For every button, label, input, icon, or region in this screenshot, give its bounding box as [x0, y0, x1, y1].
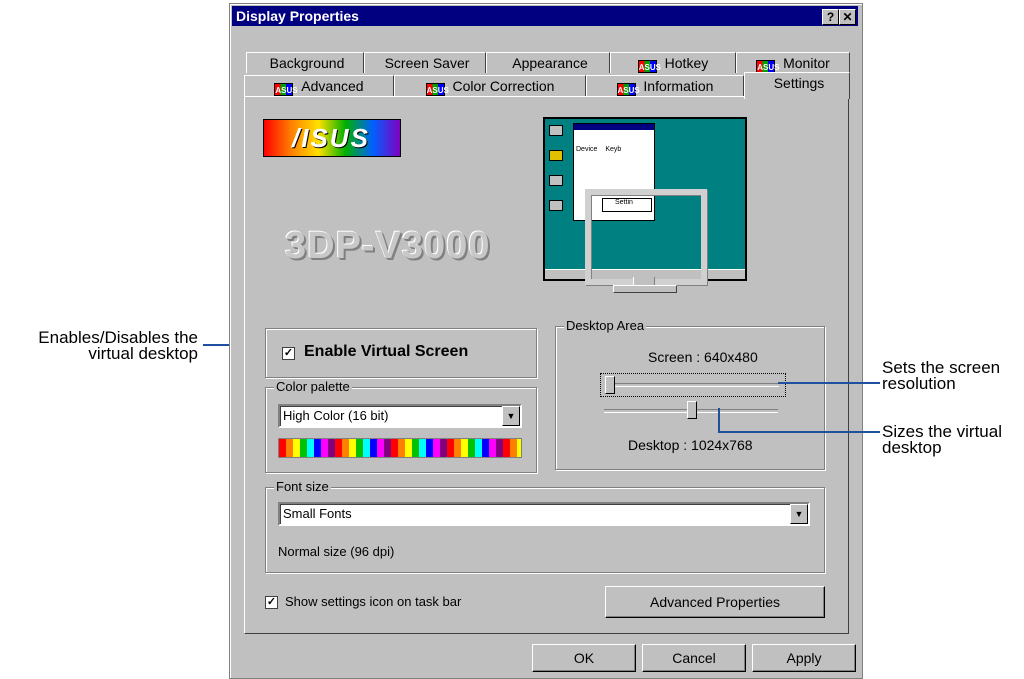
show-settings-icon-label[interactable]: Show settings icon on task bar	[285, 594, 461, 609]
callout-line-screen	[778, 382, 880, 384]
cancel-label: Cancel	[672, 650, 716, 666]
font-size-label: Font size	[274, 479, 331, 494]
callout-line-desktop-h2	[718, 431, 880, 433]
apply-label: Apply	[786, 650, 822, 666]
recycle-bin-icon	[549, 200, 563, 211]
enable-virtual-screen-checkbox[interactable]: ✓	[282, 347, 295, 360]
callout-line-desktop-h1	[718, 408, 720, 432]
settings-panel: /ISUS 3DP-V3000 Device Keyb Settin ✓ Ena…	[244, 96, 849, 634]
asus-tab-icon: ASUS	[637, 60, 661, 73]
advanced-properties-button[interactable]: Advanced Properties	[605, 586, 825, 618]
color-palette-select[interactable]: High Color (16 bit) ▼	[278, 404, 522, 428]
font-size-value: Small Fonts	[283, 506, 352, 521]
tab-appearance[interactable]: Appearance	[486, 52, 610, 73]
tab-advanced[interactable]: ASUS Advanced	[244, 75, 394, 96]
annotation-screen-resolution: Sets the screen resolution	[882, 359, 1024, 393]
font-size-group: Font size Small Fonts ▼ Normal size (96 …	[265, 479, 825, 573]
product-name: 3DP-V3000	[285, 225, 491, 267]
tab-color-correction[interactable]: ASUS Color Correction	[394, 75, 586, 96]
show-settings-icon-checkbox[interactable]: ✓	[265, 596, 278, 609]
monitor-stand-neck	[633, 277, 655, 285]
tab-screen-saver[interactable]: Screen Saver	[364, 52, 486, 73]
tab-monitor[interactable]: ASUS Monitor	[736, 52, 850, 73]
tab-label: Settings	[773, 75, 825, 91]
display-properties-window: Display Properties ? ✕ Background Screen…	[229, 3, 863, 679]
asus-tab-icon: ASUS	[425, 83, 449, 96]
advanced-properties-label: Advanced Properties	[650, 594, 780, 610]
font-size-note: Normal size (96 dpi)	[278, 544, 395, 559]
desktop-slider[interactable]	[604, 401, 780, 421]
asus-tab-icon: ASUS	[616, 83, 640, 96]
preview-desktop-icon	[549, 125, 563, 235]
color-palette-group: Color palette High Color (16 bit) ▼	[265, 379, 537, 473]
annotation-line-2: resolution	[882, 374, 956, 393]
virtual-screen-group: ✓ Enable Virtual Screen	[265, 328, 537, 378]
screen-resolution-text: Screen : 640x480	[648, 349, 758, 365]
virtual-screen-frame	[585, 189, 707, 285]
preview-window-items: Device Keyb	[574, 130, 654, 153]
font-size-select[interactable]: Small Fonts ▼	[278, 502, 810, 526]
network-icon	[549, 175, 563, 186]
close-icon: ✕	[842, 10, 853, 24]
annotation-line-2: virtual desktop	[88, 344, 198, 363]
chevron-down-icon[interactable]: ▼	[790, 504, 808, 524]
help-button[interactable]: ?	[822, 9, 839, 25]
desktop-slider-thumb[interactable]	[687, 401, 697, 419]
asus-logo-text: /ISUS	[292, 123, 370, 153]
desktop-size-text: Desktop : 1024x768	[628, 437, 753, 453]
ok-label: OK	[573, 650, 595, 666]
tab-label: Screen Saver	[384, 55, 470, 71]
color-spectrum-bar	[278, 438, 522, 458]
close-button[interactable]: ✕	[839, 9, 856, 25]
tab-label: Background	[269, 55, 345, 71]
tab-label: Information	[643, 78, 714, 94]
apply-button[interactable]: Apply	[752, 644, 856, 672]
enable-virtual-screen-label[interactable]: Enable Virtual Screen	[304, 343, 468, 361]
desktop-area-group: Desktop Area Screen : 640x480 Desktop : …	[555, 318, 825, 470]
tab-hotkey[interactable]: ASUS Hotkey	[610, 52, 736, 73]
annotation-virtual-desktop: Enables/Disables the virtual desktop	[0, 329, 198, 363]
tab-background[interactable]: Background	[246, 52, 364, 73]
monitor-preview: Device Keyb Settin	[543, 117, 749, 299]
color-palette-label: Color palette	[274, 379, 352, 394]
window-title: Display Properties	[236, 8, 359, 24]
asus-tab-icon: ASUS	[274, 83, 298, 96]
preview-screen: Device Keyb Settin	[543, 117, 747, 285]
title-bar[interactable]: Display Properties ? ✕	[232, 6, 858, 26]
tab-information[interactable]: ASUS Information	[586, 75, 744, 96]
screen-slider-track	[605, 383, 779, 387]
cancel-button[interactable]: Cancel	[642, 644, 746, 672]
preview-item: Device	[576, 146, 598, 153]
folder-icon	[549, 150, 563, 161]
color-palette-value: High Color (16 bit)	[283, 408, 389, 423]
ok-button[interactable]: OK	[532, 644, 636, 672]
preview-item: Keyb	[605, 146, 622, 153]
tab-label: Appearance	[512, 55, 588, 71]
tab-settings[interactable]: Settings	[744, 72, 850, 99]
tab-label: Color Correction	[452, 78, 555, 94]
tab-label: Hotkey	[664, 55, 709, 71]
tab-label: Monitor	[783, 55, 830, 71]
screen-slider-thumb[interactable]	[605, 376, 615, 394]
asus-logo: /ISUS	[263, 119, 401, 157]
help-icon: ?	[826, 10, 835, 24]
desktop-area-label: Desktop Area	[564, 318, 647, 333]
tab-label: Advanced	[301, 78, 364, 94]
monitor-stand-base	[613, 285, 677, 293]
computer-icon	[549, 125, 563, 136]
annotation-line-2: desktop	[882, 438, 942, 457]
chevron-down-icon[interactable]: ▼	[502, 406, 520, 426]
screen-slider[interactable]	[600, 373, 786, 397]
annotation-virtual-size: Sizes the virtual desktop	[882, 423, 1024, 457]
